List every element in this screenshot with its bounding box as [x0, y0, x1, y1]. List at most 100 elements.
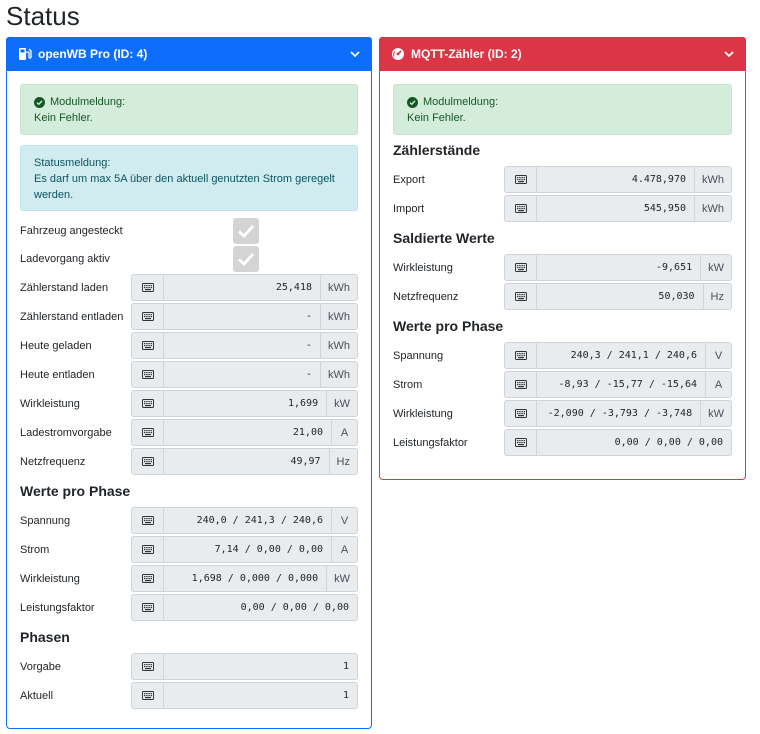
section-title: Werte pro Phase — [20, 483, 131, 499]
readonly-value-field: -2,090 / -3,793 / -3,748 kW — [504, 400, 732, 427]
readonly-value-field: 0,00 / 0,00 / 0,00 — [504, 429, 732, 456]
keyboard-icon — [504, 342, 536, 369]
readonly-value-field: 0,00 / 0,00 / 0,00 — [131, 594, 358, 621]
unit-label: kWh — [695, 166, 732, 193]
readonly-value-field: - kWh — [131, 303, 358, 330]
unit-label: kW — [327, 390, 358, 417]
section-title: Phasen — [20, 629, 70, 645]
field-value: 240,3 / 241,1 / 240,6 — [536, 342, 706, 369]
chevron-down-icon[interactable] — [722, 47, 736, 61]
value-row: Wirkleistung 1,698 / 0,000 / 0,000 kW — [20, 564, 358, 593]
unit-label: kWh — [321, 274, 358, 301]
field-value: -8,93 / -15,77 / -15,64 — [536, 371, 706, 398]
unit-label: V — [706, 342, 732, 369]
keyboard-icon — [504, 429, 536, 456]
section-title: Zählerstände — [393, 142, 481, 158]
field-label: Ladestromvorgabe — [20, 426, 112, 439]
checkbox — [233, 246, 259, 272]
field-value: 4.478,970 — [536, 166, 695, 193]
checkbox — [233, 218, 259, 244]
value-row: Leistungsfaktor 0,00 / 0,00 / 0,00 — [393, 428, 732, 457]
field-value: 1 — [163, 682, 358, 709]
field-value: - — [163, 361, 321, 388]
field-value: 7,14 / 0,00 / 0,00 — [163, 536, 332, 563]
field-label: Aktuell — [20, 689, 54, 702]
value-row: Spannung 240,3 / 241,1 / 240,6 V — [393, 341, 732, 370]
readonly-value-field: 240,3 / 241,1 / 240,6 V — [504, 342, 732, 369]
unit-label: kW — [701, 254, 732, 281]
value-row: Heute entladen - kWh — [20, 360, 358, 389]
field-label: Strom — [393, 378, 423, 391]
readonly-value-field: 1,699 kW — [131, 390, 358, 417]
card-title: openWB Pro (ID: 4) — [38, 47, 148, 61]
section-title: Saldierte Werte — [393, 230, 495, 246]
value-row: Strom -8,93 / -15,77 / -15,64 A — [393, 370, 732, 399]
unit-label: A — [332, 419, 358, 446]
openwb-pro-card-header[interactable]: openWB Pro (ID: 4) — [6, 37, 372, 71]
field-value: - — [163, 332, 321, 359]
field-value: 0,00 / 0,00 / 0,00 — [163, 594, 358, 621]
unit-label: Hz — [329, 448, 358, 475]
chevron-down-icon[interactable] — [348, 47, 362, 61]
mqtt-counter-card-header[interactable]: MQTT-Zähler (ID: 2) — [379, 37, 746, 71]
field-label: Zählerstand entladen — [20, 310, 124, 323]
value-row: Wirkleistung -9,651 kW — [393, 253, 732, 282]
keyboard-icon — [131, 653, 163, 680]
field-value: 1 — [163, 653, 358, 680]
value-row: Wirkleistung 1,699 kW — [20, 389, 358, 418]
readonly-value-field: 49,97 Hz — [131, 448, 358, 475]
field-label: Leistungsfaktor — [20, 601, 95, 614]
readonly-value-field: 1 — [131, 653, 358, 680]
field-label: Heute geladen — [20, 339, 92, 352]
field-value: 1,699 — [163, 390, 328, 417]
field-value: 545,950 — [536, 195, 695, 222]
checkmark-icon — [238, 225, 255, 238]
mqtt-counter-card: MQTT-Zähler (ID: 2) Modulmeldung: Kein F… — [379, 37, 746, 480]
field-value: -9,651 — [536, 254, 702, 281]
value-row: Ladestromvorgabe 21,00 A — [20, 418, 358, 447]
keyboard-icon — [131, 594, 163, 621]
keyboard-icon — [131, 390, 163, 417]
field-label: Fahrzeug angesteckt — [20, 225, 123, 237]
readonly-value-field: -8,93 / -15,77 / -15,64 A — [504, 371, 732, 398]
readonly-value-field: 21,00 A — [131, 419, 358, 446]
field-label: Spannung — [393, 349, 444, 362]
value-row: Export 4.478,970 kWh — [393, 165, 732, 194]
readonly-value-field: 25,418 kWh — [131, 274, 358, 301]
readonly-value-field: - kWh — [131, 332, 358, 359]
keyboard-icon — [131, 507, 163, 534]
check-circle-icon — [34, 96, 45, 108]
field-label: Spannung — [20, 514, 71, 527]
value-row: Import 545,950 kWh — [393, 194, 732, 223]
unit-label: kWh — [695, 195, 732, 222]
card-title: MQTT-Zähler (ID: 2) — [411, 47, 522, 61]
unit-label: kWh — [321, 303, 358, 330]
keyboard-icon — [131, 361, 163, 388]
field-label: Wirkleistung — [20, 397, 80, 410]
alert-text: Es darf um max 5A über den aktuell genut… — [34, 173, 335, 201]
alert-heading: Statusmeldung: — [34, 157, 111, 169]
unit-label: A — [706, 371, 732, 398]
readonly-value-field: 545,950 kWh — [504, 195, 732, 222]
keyboard-icon — [504, 254, 536, 281]
readonly-value-field: -9,651 kW — [504, 254, 732, 281]
keyboard-icon — [504, 371, 536, 398]
field-value: 50,030 — [536, 283, 704, 310]
keyboard-icon — [504, 400, 536, 427]
value-row: Leistungsfaktor 0,00 / 0,00 / 0,00 — [20, 593, 358, 622]
unit-label: A — [332, 536, 358, 563]
openwb-pro-card: openWB Pro (ID: 4) Modulmeldung: Kein Fe… — [6, 37, 372, 729]
value-row: Zählerstand laden 25,418 kWh — [20, 273, 358, 302]
field-value: 25,418 — [163, 274, 321, 301]
field-value: 0,00 / 0,00 / 0,00 — [536, 429, 732, 456]
module-message-alert: Modulmeldung: Kein Fehler. — [20, 84, 358, 135]
field-value: 49,97 — [163, 448, 330, 475]
alert-text: Kein Fehler. — [407, 112, 466, 124]
section-title: Werte pro Phase — [393, 318, 504, 334]
charge-station-icon — [18, 47, 32, 61]
unit-label: kW — [701, 400, 732, 427]
value-row: Aktuell 1 — [20, 681, 358, 710]
keyboard-icon — [131, 274, 163, 301]
keyboard-icon — [131, 448, 163, 475]
keyboard-icon — [131, 565, 163, 592]
